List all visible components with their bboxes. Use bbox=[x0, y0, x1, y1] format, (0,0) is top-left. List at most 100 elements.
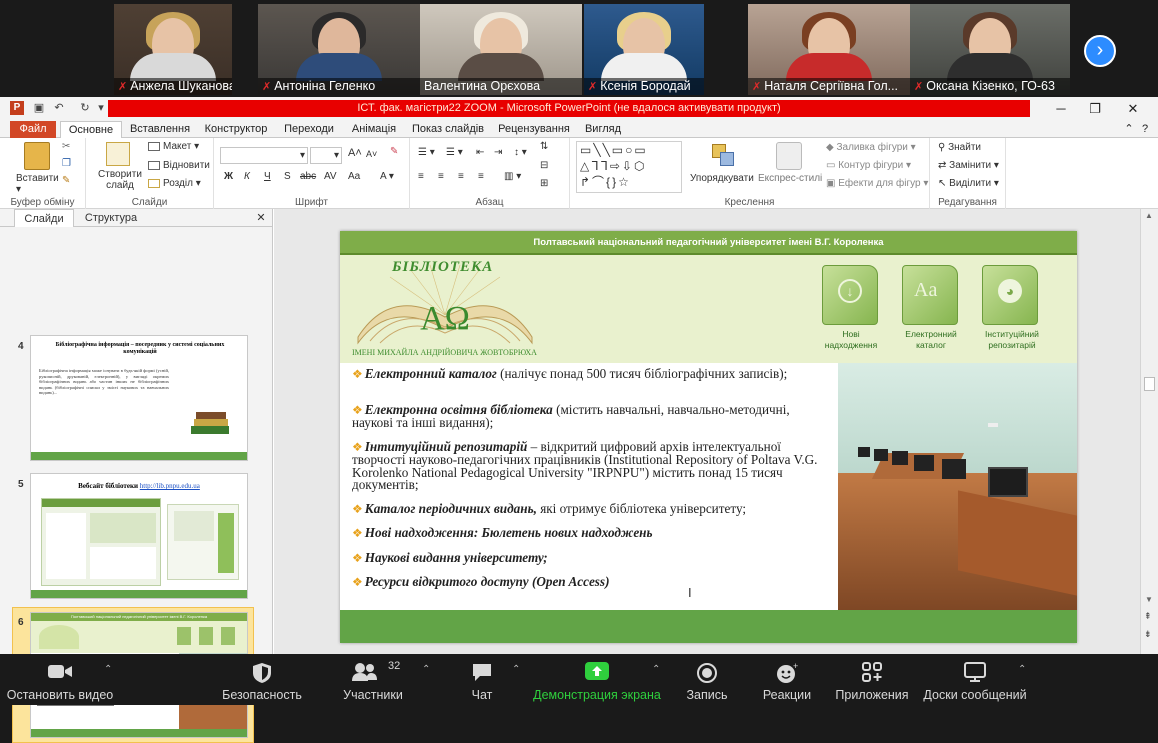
grow-font-icon[interactable]: A˄ bbox=[348, 147, 362, 159]
chat-options-caret[interactable]: ⌃ bbox=[512, 664, 520, 675]
shape-effects-button[interactable]: ▣ Ефекти для фігур ▾ bbox=[826, 178, 928, 189]
italic-icon[interactable]: К bbox=[244, 171, 250, 182]
scroll-down-icon[interactable]: ▼ bbox=[1145, 595, 1153, 604]
copy-icon[interactable]: ❐ bbox=[62, 158, 71, 169]
paste-icon[interactable] bbox=[24, 142, 50, 170]
paste-button[interactable]: Вставити bbox=[16, 173, 59, 184]
help-icon[interactable]: ? bbox=[1138, 121, 1152, 138]
video-tile-active-speaker[interactable]: Валентина Орєхова bbox=[420, 4, 582, 95]
collapse-ribbon-icon[interactable]: ⌃ bbox=[1122, 121, 1136, 138]
tab-transitions[interactable]: Переходи bbox=[280, 121, 338, 138]
layout-button[interactable]: Макет ▾ bbox=[148, 141, 199, 152]
slide-thumbnail[interactable]: Бібліографічна інформація – посередник у… bbox=[30, 335, 248, 461]
video-tile[interactable]: ✗ Ксенія Бородай bbox=[584, 4, 704, 95]
format-painter-icon[interactable]: ✎ bbox=[62, 175, 70, 186]
share-options-caret[interactable]: ⌃ bbox=[652, 664, 660, 675]
video-options-caret[interactable]: ⌃ bbox=[104, 664, 112, 675]
align-center-icon[interactable]: ≡ bbox=[438, 171, 444, 182]
close-icon[interactable]: ✕ bbox=[1118, 100, 1148, 117]
quick-styles-button[interactable]: Експрес-стилі bbox=[758, 173, 822, 184]
customize-qat-icon[interactable]: ▾ bbox=[94, 101, 108, 115]
previous-slide-icon[interactable]: ⇞ bbox=[1144, 611, 1152, 622]
tab-insert[interactable]: Вставлення bbox=[126, 121, 194, 138]
shape-fill-button[interactable]: ◆ Заливка фігури ▾ bbox=[826, 142, 916, 153]
new-slide-icon[interactable] bbox=[106, 142, 130, 166]
shrink-font-icon[interactable]: A˅ bbox=[366, 149, 377, 159]
next-slide-icon[interactable]: ⇟ bbox=[1144, 629, 1152, 640]
increase-indent-icon[interactable]: ⇥ bbox=[494, 147, 502, 158]
bold-icon[interactable]: Ж bbox=[224, 171, 233, 182]
section-button[interactable]: Розділ ▾ bbox=[148, 178, 201, 189]
align-text-icon[interactable]: ⊟ bbox=[540, 160, 548, 171]
share-screen-button[interactable]: Демонстрация экрана bbox=[530, 654, 664, 705]
tab-review[interactable]: Рецензування bbox=[494, 121, 574, 138]
font-color-icon[interactable]: A ▾ bbox=[380, 171, 394, 182]
gallery-next-button[interactable]: › bbox=[1084, 35, 1116, 67]
clear-formatting-icon[interactable]: ✎ bbox=[390, 146, 398, 157]
video-tile[interactable]: ✗ Антоніна Геленко bbox=[258, 4, 420, 95]
security-button[interactable]: Безопасность bbox=[212, 654, 312, 705]
tab-home[interactable]: Основне bbox=[60, 121, 122, 139]
justify-icon[interactable]: ≡ bbox=[478, 171, 484, 182]
decrease-indent-icon[interactable]: ⇤ bbox=[476, 147, 484, 158]
tab-file[interactable]: Файл bbox=[10, 121, 56, 138]
scroll-thumb[interactable] bbox=[1144, 377, 1155, 391]
book-button-repository[interactable]: ◕ Інституційний репозитарій bbox=[976, 265, 1048, 355]
apps-button[interactable]: Приложения bbox=[830, 654, 914, 705]
book-button-catalog[interactable]: Aa Електронний каталог bbox=[896, 265, 966, 355]
select-button[interactable]: ↖ Виділити ▾ bbox=[938, 178, 999, 189]
text-direction-icon[interactable]: ⇅ bbox=[540, 141, 548, 152]
font-name-select[interactable]: ▾ bbox=[220, 147, 308, 164]
smartart-icon[interactable]: ⊞ bbox=[540, 178, 548, 189]
quick-styles-icon[interactable] bbox=[776, 142, 802, 170]
font-size-select[interactable]: ▾ bbox=[310, 147, 342, 164]
restore-icon[interactable]: ❐ bbox=[1080, 100, 1110, 117]
tab-design[interactable]: Конструктор bbox=[200, 121, 272, 138]
replace-button[interactable]: ⇄ Замінити ▾ bbox=[938, 160, 999, 171]
slide-canvas[interactable]: Полтавський національний педагогічний ун… bbox=[340, 231, 1077, 643]
align-right-icon[interactable]: ≡ bbox=[458, 171, 464, 182]
slide-thumbnail[interactable]: Вебсайт бібліотеки http://lib.pnpu.edu.u… bbox=[30, 473, 248, 599]
tab-outline[interactable]: Структура bbox=[78, 209, 144, 227]
video-tile[interactable]: ✗ Анжела Шуканова bbox=[114, 4, 232, 95]
arrange-button[interactable]: Упорядкувати bbox=[690, 173, 754, 184]
scroll-up-icon[interactable]: ▲ bbox=[1145, 211, 1153, 220]
numbering-icon[interactable]: ☰ ▾ bbox=[446, 147, 463, 158]
participants-options-caret[interactable]: ⌃ bbox=[422, 664, 430, 675]
minimize-icon[interactable]: ─ bbox=[1046, 100, 1076, 117]
participants-button[interactable]: 32 Участники bbox=[330, 654, 416, 705]
reactions-button[interactable]: + Реакции bbox=[756, 654, 818, 705]
paste-dropdown-icon[interactable]: ▾ bbox=[16, 184, 21, 195]
character-spacing-icon[interactable]: AV bbox=[324, 171, 337, 182]
strikethrough-icon[interactable]: abc bbox=[300, 171, 316, 182]
whiteboards-button[interactable]: Доски сообщений bbox=[920, 654, 1030, 705]
redo-icon[interactable]: ↻ bbox=[78, 101, 92, 115]
columns-icon[interactable]: ▥ ▾ bbox=[504, 171, 521, 182]
shape-outline-button[interactable]: ▭ Контур фігури ▾ bbox=[826, 160, 911, 171]
align-left-icon[interactable]: ≡ bbox=[418, 171, 424, 182]
new-slide-button[interactable]: Створити слайд bbox=[98, 169, 142, 191]
whiteboards-options-caret[interactable]: ⌃ bbox=[1018, 664, 1026, 675]
bullets-icon[interactable]: ☰ ▾ bbox=[418, 147, 435, 158]
tab-slides[interactable]: Слайди bbox=[14, 209, 74, 227]
tab-slide-show[interactable]: Показ слайдів bbox=[410, 121, 486, 138]
line-spacing-icon[interactable]: ↕ ▾ bbox=[514, 147, 527, 158]
shadow-icon[interactable]: S bbox=[284, 171, 291, 182]
close-pane-icon[interactable]: ✕ bbox=[254, 209, 268, 227]
shapes-gallery[interactable]: ▭╲╲▭○▭ △ᒣᒣ⇨⇩⬡ ↱⌒{}☆ bbox=[576, 141, 682, 193]
undo-icon[interactable]: ↶ bbox=[52, 101, 66, 115]
reset-button[interactable]: Відновити bbox=[148, 160, 210, 171]
underline-icon[interactable]: Ч bbox=[264, 171, 271, 182]
video-tile[interactable]: ✗ Наталя Сергіївна Гол... bbox=[748, 4, 910, 95]
cut-icon[interactable]: ✂ bbox=[62, 141, 70, 152]
tab-animations[interactable]: Анімація bbox=[346, 121, 402, 138]
video-tile[interactable]: ✗ Оксана Кізенко, ГО-63 bbox=[910, 4, 1070, 95]
vertical-scrollbar[interactable]: ▲ ▼ ⇞ ⇟ bbox=[1140, 209, 1158, 654]
find-button[interactable]: ⚲ Знайти bbox=[938, 142, 981, 153]
save-icon[interactable]: ▣ bbox=[32, 101, 46, 115]
change-case-icon[interactable]: Aa bbox=[348, 171, 360, 182]
record-button[interactable]: Запись bbox=[676, 654, 738, 705]
book-button-new-arrivals[interactable]: ↓ Нові надходження bbox=[816, 265, 886, 355]
stop-video-button[interactable]: Остановить видео bbox=[0, 654, 120, 705]
arrange-icon[interactable] bbox=[710, 142, 736, 170]
